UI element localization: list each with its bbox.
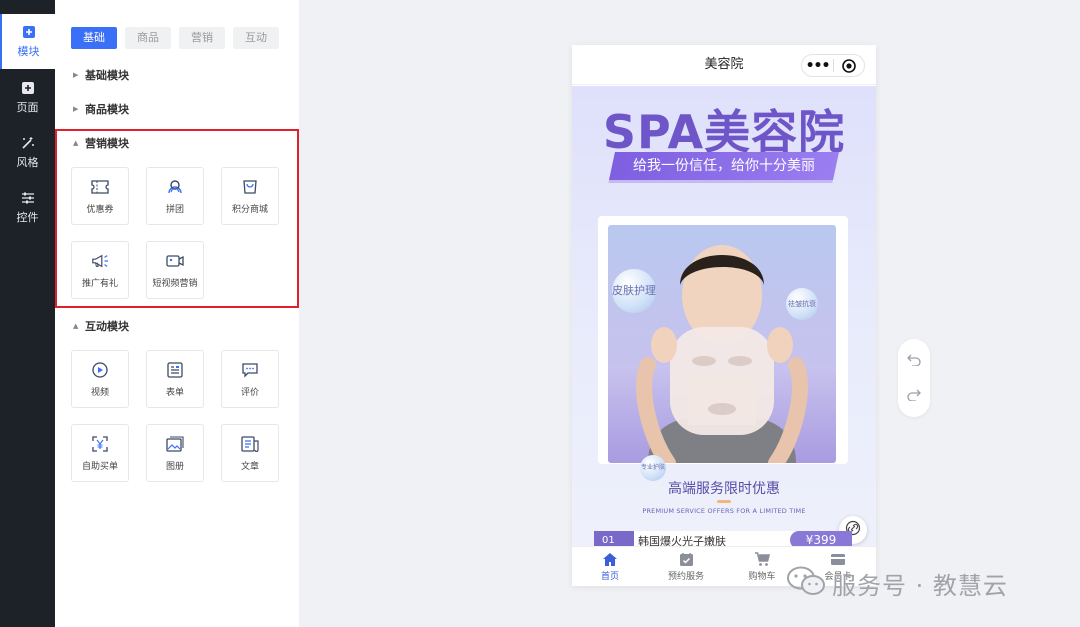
module-label: 图册	[165, 461, 184, 472]
offer-divider	[717, 500, 731, 503]
module-label: 视频	[90, 387, 109, 398]
rail-item-controls[interactable]: 控件	[0, 180, 55, 235]
mini-program-capsule: •••	[801, 54, 865, 77]
module-label: 优惠券	[86, 204, 114, 215]
marketing-modules-grid: 优惠券 拼团 积分商城 推广有礼 短视频营销	[71, 167, 279, 299]
caret-right-icon: ▶	[73, 71, 79, 79]
comment-icon	[241, 361, 259, 379]
tabbar-label: 首页	[600, 572, 619, 582]
module-self-checkout[interactable]: 自助买单	[71, 424, 129, 482]
tabbar-label: 预约服务	[667, 572, 704, 582]
module-group-buy[interactable]: 拼团	[146, 167, 204, 225]
wechat-icon	[786, 566, 826, 600]
video-camera-icon	[166, 252, 184, 270]
redo-button[interactable]	[906, 387, 922, 403]
module-label: 积分商城	[231, 204, 268, 215]
article-icon	[241, 435, 259, 453]
calendar-check-icon	[678, 551, 694, 567]
module-label: 表单	[165, 387, 184, 398]
rail-item-style[interactable]: 风格	[0, 125, 55, 180]
module-referral[interactable]: 推广有礼	[71, 241, 129, 299]
bubble-anti-aging: 祛皱抗衰	[786, 288, 818, 320]
tabbar-label: 购物车	[748, 572, 776, 582]
rail-item-label: 页面	[16, 101, 39, 114]
tabbar-home[interactable]: 首页	[572, 547, 648, 586]
section-marketing-header[interactable]: ▲ 营销模块	[73, 135, 129, 151]
bubble-skin-care: 皮肤护理	[612, 269, 656, 313]
section-title: 基础模块	[85, 69, 129, 82]
module-review[interactable]: 评价	[221, 350, 279, 408]
module-label: 推广有礼	[81, 278, 118, 289]
cart-icon	[754, 551, 770, 567]
module-label: 短视频营销	[152, 278, 198, 289]
coupon-icon	[91, 178, 109, 196]
caret-right-icon: ▶	[73, 105, 79, 113]
home-icon	[602, 551, 618, 567]
group-buy-icon	[166, 178, 184, 196]
module-article[interactable]: 文章	[221, 424, 279, 482]
model-photo	[608, 225, 836, 463]
plus-square-icon	[20, 80, 36, 96]
watermark-text: 服务号 · 教慧云	[832, 571, 1008, 600]
section-title: 商品模块	[85, 103, 129, 116]
module-panel: 基础 商品 营销 互动 ▶ 基础模块 ▶ 商品模块 ▲ 营销模块 优惠券 拼团	[55, 0, 299, 627]
module-label: 评价	[240, 387, 259, 398]
module-points-mall[interactable]: 积分商城	[221, 167, 279, 225]
module-label: 自助买单	[81, 461, 118, 472]
watermark: 服务号 · 教慧云	[786, 566, 1008, 600]
left-nav-rail: 模块 页面 风格 控件	[0, 0, 55, 627]
module-tabs: 基础 商品 营销 互动	[71, 27, 279, 49]
rail-item-pages[interactable]: 页面	[0, 70, 55, 125]
rail-item-label: 控件	[16, 211, 39, 224]
tab-basic[interactable]: 基础	[71, 27, 117, 49]
tab-marketing[interactable]: 营销	[179, 27, 225, 49]
offer-subtitle: PREMIUM SERVICE OFFERS FOR A LIMITED TIM…	[642, 507, 806, 515]
plus-square-icon	[21, 24, 37, 40]
undo-icon	[907, 351, 921, 370]
caret-up-icon: ▲	[73, 139, 79, 147]
module-coupon[interactable]: 优惠券	[71, 167, 129, 225]
self-checkout-icon	[91, 435, 109, 453]
history-controls	[898, 339, 930, 417]
section-basic-header[interactable]: ▶ 基础模块	[73, 67, 129, 83]
rail-item-label: 模块	[17, 45, 40, 58]
banner-slogan: 给我一份信任，给你十分美丽	[633, 158, 815, 174]
form-icon	[166, 361, 184, 379]
tabbar-booking[interactable]: 预约服务	[648, 547, 724, 586]
close-target-icon[interactable]	[834, 58, 864, 73]
redo-icon	[907, 386, 921, 405]
section-interactive-header[interactable]: ▲ 互动模块	[73, 318, 129, 334]
tab-interactive[interactable]: 互动	[233, 27, 279, 49]
mini-program-header: 美容院 •••	[572, 45, 876, 85]
woman-with-facemask-illustration	[636, 245, 808, 463]
interactive-modules-grid: 视频 表单 评价 自助买单 图册 文章	[71, 350, 279, 482]
tab-goods[interactable]: 商品	[125, 27, 171, 49]
rail-item-modules[interactable]: 模块	[0, 14, 55, 69]
points-mall-icon	[241, 178, 259, 196]
section-goods-header[interactable]: ▶ 商品模块	[73, 101, 129, 117]
megaphone-icon	[91, 252, 109, 270]
section-title: 营销模块	[85, 137, 129, 150]
module-label: 拼团	[165, 204, 184, 215]
phone-preview: 美容院 ••• SPA美容院 给我一份信任，给你十分美丽 皮肤护理 祛皱抗衰 专…	[572, 45, 876, 586]
magic-wand-icon	[20, 135, 36, 151]
rail-item-label: 风格	[16, 156, 39, 169]
play-circle-icon	[91, 361, 109, 379]
module-form[interactable]: 表单	[146, 350, 204, 408]
album-icon	[166, 435, 184, 453]
offer-title: 高端服务限时优惠	[668, 481, 780, 497]
module-album[interactable]: 图册	[146, 424, 204, 482]
undo-button[interactable]	[906, 352, 922, 368]
module-video[interactable]: 视频	[71, 350, 129, 408]
module-short-video[interactable]: 短视频营销	[146, 241, 204, 299]
caret-up-icon: ▲	[73, 322, 79, 330]
section-title: 互动模块	[85, 320, 129, 333]
sliders-icon	[20, 190, 36, 206]
spa-banner[interactable]: SPA美容院 给我一份信任，给你十分美丽 皮肤护理 祛皱抗衰 专业护肤 高端服务…	[572, 86, 876, 546]
module-label: 文章	[240, 461, 259, 472]
more-button[interactable]: •••	[802, 56, 833, 76]
